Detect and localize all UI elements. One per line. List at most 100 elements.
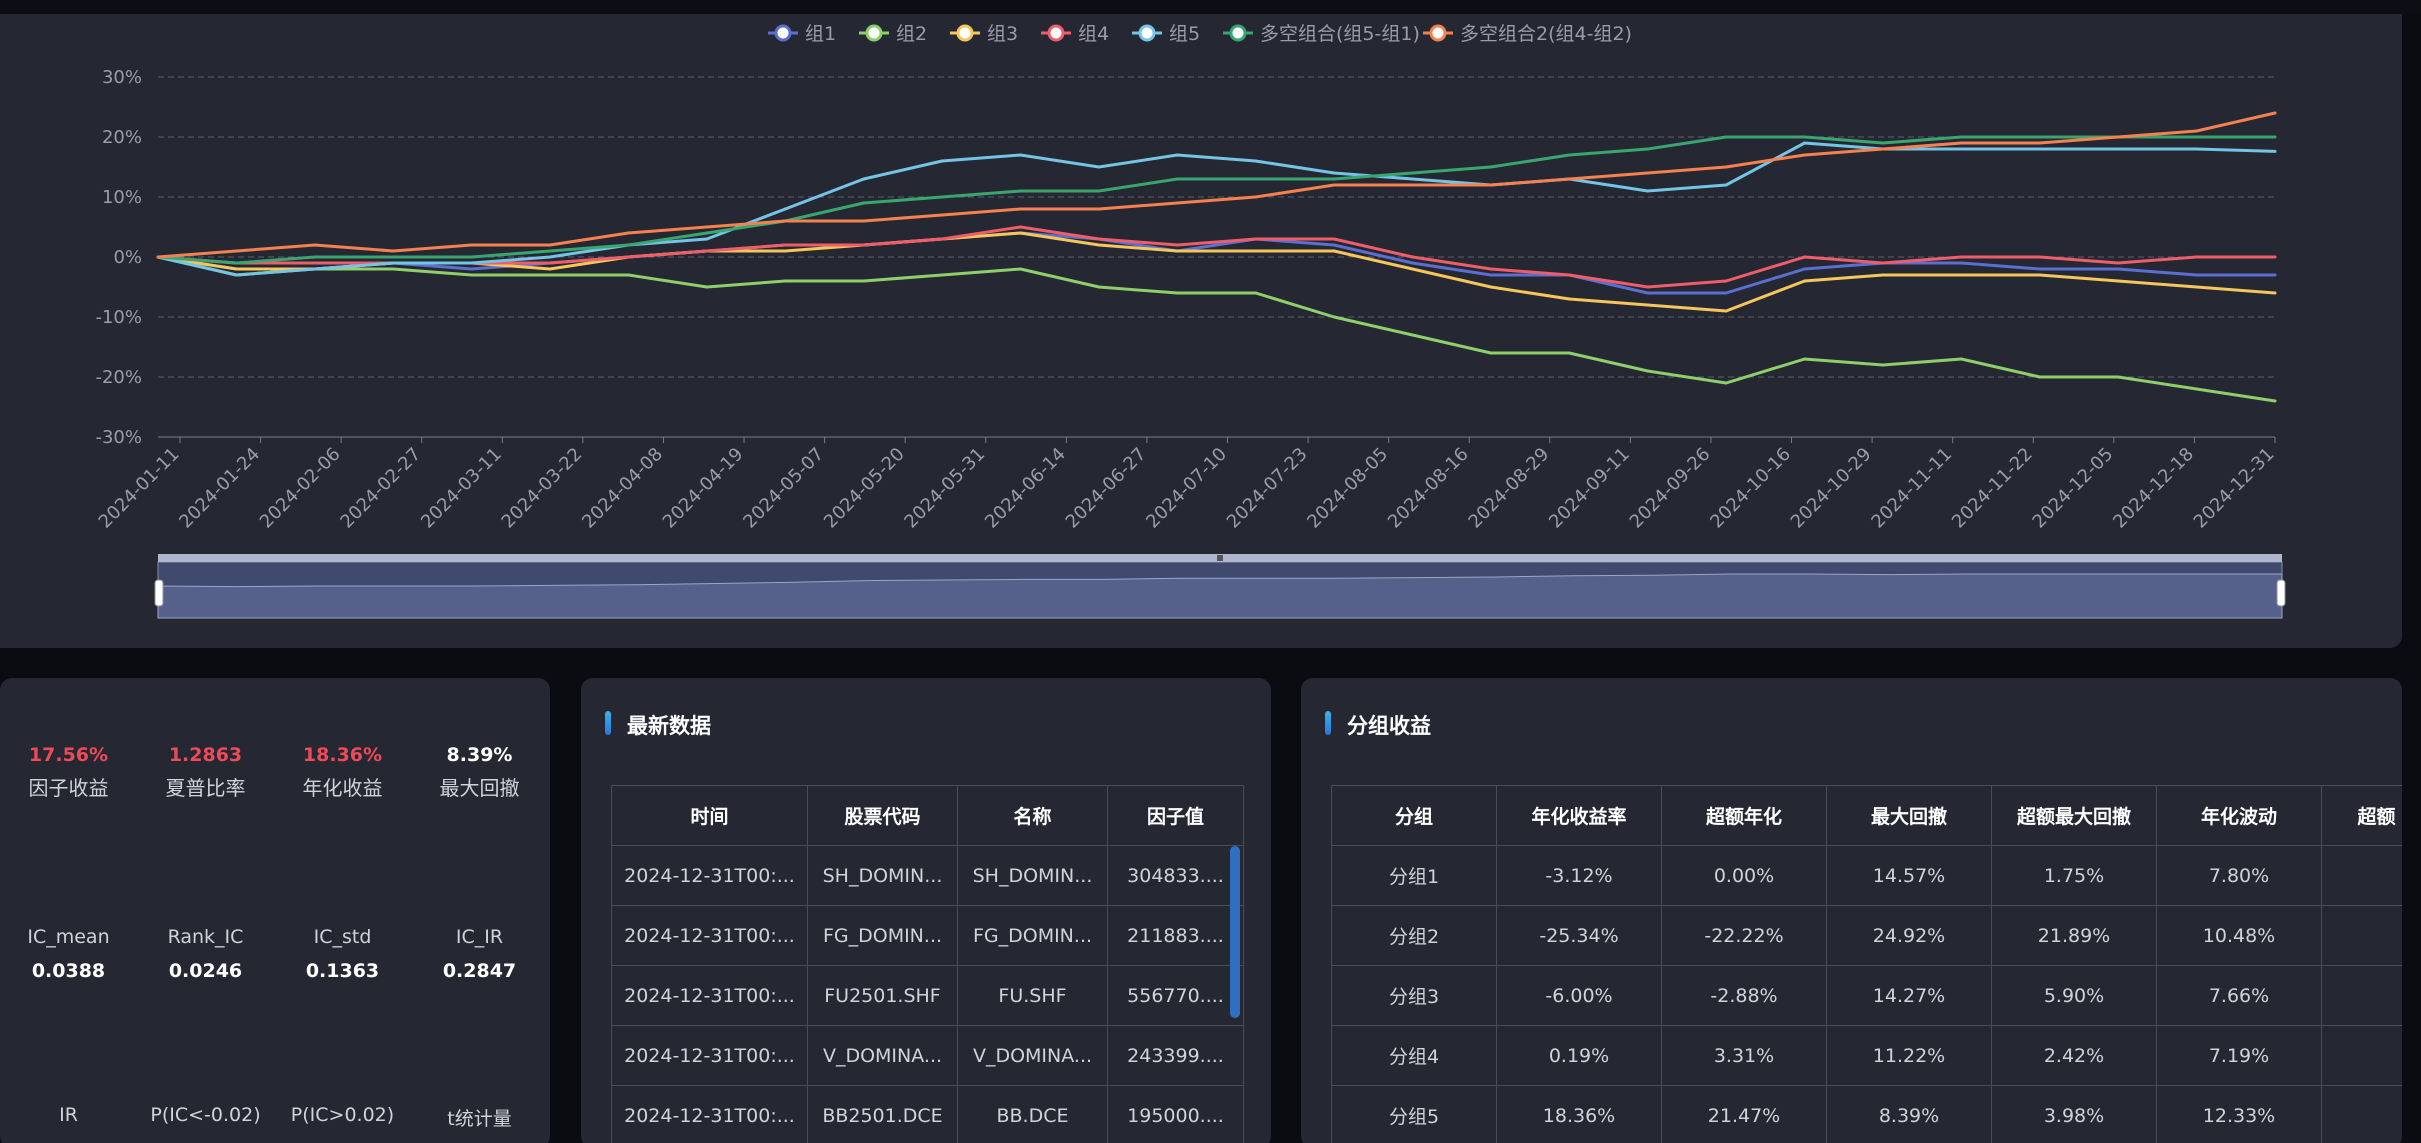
data-point — [2038, 375, 2042, 379]
table-row[interactable]: 2024-12-31T00:... FU2501.SHF FU.SHF 556770.… — [611, 965, 1244, 1026]
data-point — [1567, 177, 1571, 181]
column-header[interactable]: 名称 — [957, 785, 1108, 846]
table-row[interactable]: 分组3 -6.00% -2.88% 14.27% 5.90% 7.66% — [1331, 965, 2402, 1026]
data-point — [391, 249, 395, 253]
column-header[interactable]: 超额年化 — [1661, 785, 1827, 846]
legend-label[interactable]: 组5 — [1169, 23, 1200, 45]
data-point — [1959, 135, 1963, 139]
x-tick-label: 2024-08-29 — [1465, 444, 1554, 533]
column-header[interactable]: 时间 — [611, 785, 808, 846]
column-header[interactable]: 超额 — [2321, 785, 2402, 846]
legend-label[interactable]: 多空组合2(组4-组2) — [1460, 23, 1632, 45]
data-point — [783, 279, 787, 283]
metric-value: 18.36% — [302, 744, 383, 766]
data-point — [2273, 399, 2277, 403]
legend-marker[interactable] — [1229, 24, 1247, 42]
data-point — [1803, 279, 1807, 283]
table-cell: 10.48% — [2156, 905, 2322, 966]
x-tick-label: 2024-12-31 — [2190, 444, 2279, 533]
y-tick-label: -30% — [95, 427, 142, 448]
table-row[interactable]: 2024-12-31T00:... BB2501.DCE BB.DCE 195000.… — [611, 1085, 1244, 1143]
zoom-handle-right[interactable] — [2276, 579, 2286, 607]
data-point — [1959, 141, 1963, 145]
metric-p-ic-neg: P(IC<-0.02) — [137, 1104, 274, 1131]
data-point — [940, 159, 944, 163]
data-point — [1411, 171, 1415, 175]
table-row[interactable]: 2024-12-31T00:... V_DOMINA... V_DOMINA... 2… — [611, 1025, 1244, 1086]
data-point — [1254, 249, 1258, 253]
table-row[interactable]: 分组1 -3.12% 0.00% 14.57% 1.75% 7.80% — [1331, 845, 2402, 906]
table-cell: 3.31% — [1661, 1025, 1827, 1086]
data-point — [1489, 183, 1493, 187]
table-cell: 12.33% — [2156, 1085, 2322, 1143]
data-point — [2273, 149, 2277, 153]
y-tick-label: 0% — [113, 247, 142, 268]
zoom-handle-left[interactable] — [154, 579, 164, 607]
table-cell: 556770.... — [1107, 965, 1244, 1026]
table-row[interactable]: 分组2 -25.34% -22.22% 24.92% 21.89% 10.48% — [1331, 905, 2402, 966]
legend-marker[interactable] — [1138, 24, 1156, 42]
table-cell: FG_DOMIN... — [807, 905, 958, 966]
legend-label[interactable]: 组2 — [896, 23, 927, 45]
legend-marker[interactable] — [1047, 24, 1065, 42]
legend-label[interactable]: 组3 — [987, 23, 1018, 45]
data-point — [1724, 309, 1728, 313]
data-point — [705, 225, 709, 229]
data-point — [548, 243, 552, 247]
column-header[interactable]: 超额最大回撤 — [1991, 785, 2157, 846]
stats-row-ir: IR P(IC<-0.02) P(IC>0.02) t统计量 — [0, 1104, 550, 1131]
column-header[interactable]: 分组 — [1331, 785, 1497, 846]
zoom-grip-icon[interactable] — [1217, 555, 1223, 561]
legend-marker[interactable] — [956, 24, 974, 42]
x-tick-label: 2024-09-11 — [1545, 444, 1634, 533]
column-header[interactable]: 因子值 — [1107, 785, 1244, 846]
series-line[interactable] — [157, 255, 2276, 403]
latest-data-panel: 最新数据 时间 股票代码 名称 因子值 2024-12-31T00:... SH_… — [581, 678, 1271, 1143]
data-point — [1489, 165, 1493, 169]
table-row[interactable]: 分组5 18.36% 21.47% 8.39% 3.98% 12.33% — [1331, 1085, 2402, 1143]
table-row[interactable]: 分组4 0.19% 3.31% 11.22% 2.42% 7.19% — [1331, 1025, 2402, 1086]
legend-marker[interactable] — [774, 24, 792, 42]
data-point — [2195, 255, 2199, 259]
table-cell: 2024-12-31T00:... — [611, 845, 808, 906]
column-header[interactable]: 年化波动 — [2156, 785, 2322, 846]
table-cell: 1.75% — [1991, 845, 2157, 906]
table-cell: 分组3 — [1331, 965, 1497, 1026]
data-point — [2195, 387, 2199, 391]
data-point — [1724, 183, 1728, 187]
legend-label[interactable]: 组4 — [1078, 23, 1109, 45]
column-header[interactable]: 年化收益率 — [1496, 785, 1662, 846]
data-point — [862, 201, 866, 205]
x-tick-label: 2024-07-23 — [1223, 444, 1312, 533]
data-point — [1332, 177, 1336, 181]
legend-label[interactable]: 多空组合(组5-组1) — [1260, 23, 1420, 45]
data-point — [1959, 261, 1963, 265]
data-point — [940, 195, 944, 199]
panel-title: 最新数据 — [605, 710, 711, 740]
series-line[interactable] — [157, 111, 2276, 259]
table-row[interactable]: 2024-12-31T00:... SH_DOMIN... SH_DOMIN... 3… — [611, 845, 1244, 906]
table-cell — [2321, 845, 2402, 906]
data-point — [626, 231, 630, 235]
data-point — [313, 267, 317, 271]
x-tick-label: 2024-02-06 — [256, 444, 345, 533]
data-point — [1489, 267, 1493, 271]
metric-label: IR — [59, 1104, 78, 1126]
x-tick-label: 2024-08-05 — [1303, 444, 1392, 533]
legend-label[interactable]: 组1 — [805, 23, 836, 45]
y-tick-label: 20% — [102, 127, 142, 148]
table-cell: SH_DOMIN... — [957, 845, 1108, 906]
table-scrollbar[interactable] — [1230, 846, 1240, 1018]
data-point — [1959, 273, 1963, 277]
y-tick-label: 10% — [102, 187, 142, 208]
table-cell: 11.22% — [1826, 1025, 1992, 1086]
table-row[interactable]: 2024-12-31T00:... FG_DOMIN... FG_DOMIN... 2… — [611, 905, 1244, 966]
data-point — [1567, 153, 1571, 157]
column-header[interactable]: 股票代码 — [807, 785, 958, 846]
legend-marker[interactable] — [1429, 24, 1447, 42]
data-point — [2195, 147, 2199, 151]
column-header[interactable]: 最大回撤 — [1826, 785, 1992, 846]
data-point — [1097, 165, 1101, 169]
data-point — [2116, 267, 2120, 271]
legend-marker[interactable] — [865, 24, 883, 42]
